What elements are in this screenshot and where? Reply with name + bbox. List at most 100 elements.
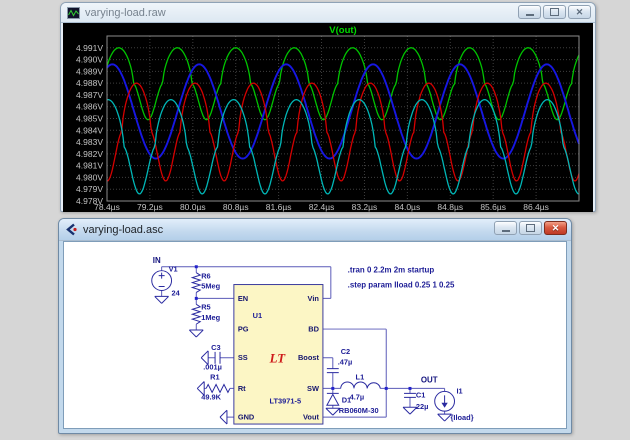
x-axis-ticks: 78.4µs 79.2µs 80.0µs 80.8µs 81.6µs 82.4µs 83.2… [94, 202, 549, 212]
trace-legend[interactable]: V(out) [329, 25, 356, 36]
y-tick-label: 4.981V [76, 161, 103, 171]
resistor-r1[interactable] [206, 384, 230, 392]
ground-icon [189, 330, 203, 337]
maximize-button[interactable] [519, 221, 542, 235]
schematic-window: varying-load.asc ✕ LT [58, 218, 572, 434]
lt-logo: LT [269, 352, 287, 366]
x-tick-label: 81.6µs [266, 202, 292, 212]
y-tick-label: 4.984V [76, 125, 103, 135]
component-label[interactable]: .001µ [203, 363, 222, 372]
component-label[interactable]: L1 [356, 373, 365, 382]
component-label[interactable]: 4.7µ [350, 392, 365, 401]
component-label[interactable]: 1Meg [201, 313, 220, 322]
y-tick-label: 4.990V [76, 55, 103, 65]
y-tick-label: 4.983V [76, 137, 103, 147]
component-label[interactable]: C1 [416, 390, 425, 399]
minimize-button[interactable] [494, 221, 517, 235]
y-axis-ticks: 4.991V 4.990V4.989V 4.988V 4.987V 4.986V 4.98… [76, 43, 103, 206]
component-label[interactable]: 22µ [416, 402, 429, 411]
x-tick-label: 84.0µs [395, 202, 421, 212]
close-icon: ✕ [552, 224, 560, 233]
schottky-diode-d1[interactable] [327, 393, 339, 405]
maximize-icon [550, 8, 559, 16]
y-tick-label: 4.988V [76, 78, 103, 88]
component-label[interactable]: .47µ [338, 358, 353, 367]
x-tick-label: 80.0µs [180, 202, 206, 212]
capacitor-c2[interactable] [327, 369, 339, 373]
current-source-i1[interactable] [435, 391, 455, 411]
ground-icon [220, 410, 227, 424]
ic-pin-vout: Vout [303, 413, 319, 422]
schematic-canvas[interactable]: LT [63, 241, 567, 429]
component-label[interactable]: V1 [169, 265, 178, 274]
x-tick-label: 84.8µs [437, 202, 463, 212]
component-label[interactable]: R6 [201, 272, 210, 281]
x-tick-label: 82.4µs [309, 202, 335, 212]
plot-window-title: varying-load.raw [85, 7, 166, 19]
y-tick-label: 4.980V [76, 172, 103, 182]
capacitor-c1[interactable] [404, 393, 416, 397]
y-tick-label: 4.985V [76, 114, 103, 124]
ic-pin-vin: Vin [308, 294, 320, 303]
close-icon: ✕ [576, 8, 584, 17]
y-tick-label: 4.991V [76, 43, 103, 53]
ic-pin-sw: SW [307, 384, 319, 393]
net-label-in[interactable]: IN [153, 256, 161, 265]
maximize-icon [526, 224, 535, 232]
ic-pin-gnd: GND [238, 413, 255, 422]
resistor-r6[interactable] [192, 273, 200, 293]
minimize-icon [526, 14, 534, 16]
component-label[interactable]: 24 [172, 288, 181, 297]
ic-part-label: LT3971-5 [270, 396, 302, 405]
y-tick-label: 4.989V [76, 66, 103, 76]
y-tick-label: 4.987V [76, 90, 103, 100]
minimize-icon [502, 230, 510, 232]
component-label[interactable]: 49.9K [201, 392, 221, 401]
y-tick-label: 4.986V [76, 102, 103, 112]
component-label[interactable]: C2 [341, 347, 350, 356]
close-button[interactable]: ✕ [568, 5, 591, 19]
ic-ref-label: U1 [253, 311, 262, 320]
y-tick-label: 4.979V [76, 184, 103, 194]
plot-window-titlebar[interactable]: varying-load.raw ✕ [61, 3, 595, 23]
component-label[interactable]: C3 [211, 343, 220, 352]
ground-icon [438, 414, 452, 421]
component-label[interactable]: I1 [456, 386, 462, 395]
ic-pin-bd: BD [308, 325, 319, 334]
waveform-chart[interactable]: V(out) 4.991V4.990V4.989V4.988V4.987V4.9… [63, 23, 593, 212]
ground-icon [155, 296, 169, 303]
component-label[interactable]: 5Meg [201, 282, 220, 291]
x-tick-label: 85.6µs [480, 202, 506, 212]
desktop: varying-load.raw ✕ V(out) 4.991V4.990V4.… [0, 0, 630, 440]
component-label[interactable]: {Iload} [451, 413, 474, 422]
y-tick-label: 4.982V [76, 149, 103, 159]
x-tick-label: 80.8µs [223, 202, 249, 212]
plot-traces [107, 48, 579, 194]
x-tick-label: 79.2µs [137, 202, 163, 212]
x-tick-label: 83.2µs [352, 202, 378, 212]
inductor-l1[interactable] [341, 382, 381, 388]
schematic-window-titlebar[interactable]: varying-load.asc ✕ [59, 219, 571, 241]
waveform-window-icon [67, 7, 80, 19]
spice-directive[interactable]: .tran 0 2.2m 2m startup [348, 266, 435, 275]
x-tick-label: 86.4µs [523, 202, 549, 212]
ic-pin-ss: SS [238, 353, 248, 362]
x-tick-label: 78.4µs [94, 202, 120, 212]
ic-pin-en: EN [238, 294, 248, 303]
resistor-r5[interactable] [192, 304, 200, 324]
component-label[interactable]: RB060M-30 [339, 406, 379, 415]
ic-pin-rt: Rt [238, 384, 246, 393]
net-label-out[interactable]: OUT [421, 375, 438, 384]
ltspice-app-icon [65, 223, 78, 236]
minimize-button[interactable] [518, 5, 541, 19]
close-button[interactable]: ✕ [544, 221, 567, 235]
ground-icon [326, 408, 340, 415]
maximize-button[interactable] [543, 5, 566, 19]
ground-icon [403, 407, 417, 414]
component-label[interactable]: R1 [210, 373, 219, 382]
spice-directive[interactable]: .step param Iload 0.25 1 0.25 [348, 281, 455, 290]
ic-pin-pg: PG [238, 325, 249, 334]
plot-window: varying-load.raw ✕ V(out) 4.991V4.990V4.… [60, 2, 596, 212]
component-label[interactable]: R5 [201, 302, 210, 311]
ic-pin-boost: Boost [298, 353, 320, 362]
